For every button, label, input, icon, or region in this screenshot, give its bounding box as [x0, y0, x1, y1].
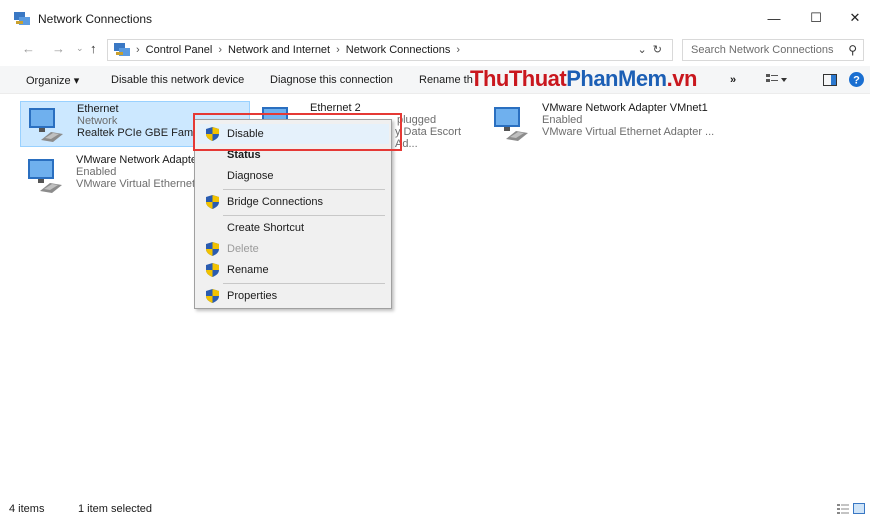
connection-name: VMware Network Adapte — [76, 154, 198, 166]
connection-status: Enabled — [76, 166, 117, 178]
connection-status: Enabled — [542, 114, 583, 126]
breadcrumb-network-connections[interactable]: Network Connections — [346, 44, 451, 56]
network-adapter-icon — [494, 107, 528, 141]
menu-item-bridge-connections[interactable]: Bridge Connections — [197, 192, 389, 212]
menu-item-diagnose[interactable]: Diagnose — [197, 166, 389, 186]
breadcrumb-sep-icon: › — [336, 44, 340, 56]
network-connections-icon — [14, 12, 30, 25]
uac-shield-icon — [206, 195, 219, 209]
annotation-highlight-box — [193, 113, 402, 151]
connection-item-vmnet1[interactable]: VMware Network Adapter VMnet1 Enabled VM… — [486, 101, 746, 147]
maximize-button[interactable]: ☐ — [799, 6, 833, 30]
uac-shield-icon — [206, 242, 219, 256]
connection-device: VMware Virtual Ethernet Adapter ... — [542, 126, 715, 138]
window-title: Network Connections — [38, 12, 153, 26]
change-view-icon[interactable] — [766, 73, 788, 87]
breadcrumb-sep-icon: › — [218, 44, 222, 56]
menu-item-delete: Delete — [197, 239, 389, 259]
search-input[interactable]: Search Network Connections ⚲ — [682, 39, 864, 61]
menu-separator — [223, 189, 385, 190]
preview-pane-icon[interactable] — [823, 74, 837, 86]
connection-name: Ethernet — [77, 103, 119, 115]
recent-dropdown-icon[interactable]: ⌄ — [76, 43, 84, 54]
menu-label: Bridge Connections — [227, 196, 324, 208]
network-adapter-icon — [28, 159, 62, 193]
menu-label: Delete — [227, 243, 259, 255]
forward-icon[interactable]: → — [52, 41, 65, 56]
breadcrumb-sep-icon: › — [456, 44, 461, 56]
breadcrumb-control-panel[interactable]: Control Panel — [146, 44, 213, 56]
connection-device: Realtek PCIe GBE Family — [77, 127, 204, 139]
menu-label: Properties — [227, 290, 278, 302]
minimize-button[interactable]: — — [757, 6, 791, 30]
disable-device-button[interactable]: Disable this network device — [111, 74, 244, 86]
connection-device: VMware Virtual Ethernet — [76, 178, 196, 190]
selection-count: 1 item selected — [78, 503, 152, 515]
menu-separator — [223, 215, 385, 216]
search-placeholder: Search Network Connections — [691, 44, 834, 56]
control-panel-icon — [114, 43, 130, 56]
up-icon[interactable]: ↑ — [90, 41, 97, 56]
menu-separator — [223, 283, 385, 284]
item-count: 4 items — [9, 503, 45, 515]
menu-label: Rename — [227, 264, 269, 276]
title-bar: Network Connections — ☐ ✕ — [0, 0, 870, 34]
organize-button[interactable]: Organize ▾ — [26, 74, 79, 87]
diagnose-connection-button[interactable]: Diagnose this connection — [270, 74, 393, 86]
uac-shield-icon — [206, 289, 219, 303]
breadcrumb-network-and-internet[interactable]: Network and Internet — [228, 44, 330, 56]
connection-device: y Data Escort Ad... — [395, 126, 462, 150]
address-row: ← → ⌄ ↑ › Control Panel › Network and In… — [0, 37, 870, 61]
connection-name: VMware Network Adapter VMnet1 — [542, 102, 708, 114]
address-dropdown-refresh[interactable]: ⌄ ↻ — [637, 43, 662, 56]
rename-connection-button[interactable]: Rename th — [419, 74, 473, 86]
svg-text:?: ? — [853, 75, 860, 87]
breadcrumb-sep-icon: › — [136, 44, 140, 56]
menu-item-rename[interactable]: Rename — [197, 260, 389, 280]
menu-label: Diagnose — [227, 170, 274, 182]
command-bar: Organize ▾ Disable this network device D… — [0, 66, 870, 94]
close-button[interactable]: ✕ — [838, 6, 870, 30]
menu-item-properties[interactable]: Properties — [197, 286, 389, 306]
address-bar[interactable]: › Control Panel › Network and Internet ›… — [107, 39, 673, 61]
connection-status: Network — [77, 115, 118, 127]
details-view-icon[interactable] — [837, 503, 849, 514]
more-commands-button[interactable]: » — [730, 74, 736, 86]
large-icons-view-icon[interactable] — [853, 503, 865, 514]
menu-label: Create Shortcut — [227, 222, 305, 234]
connection-status: plugged — [397, 114, 437, 126]
menu-item-create-shortcut[interactable]: Create Shortcut — [197, 218, 389, 238]
help-icon[interactable]: ? — [849, 72, 864, 87]
back-icon[interactable]: ← — [22, 41, 35, 56]
watermark-logo: ThuThuatPhanMem.vn — [470, 66, 697, 91]
status-bar: 4 items 1 item selected — [0, 500, 870, 520]
search-icon[interactable]: ⚲ — [848, 43, 857, 57]
uac-shield-icon — [206, 263, 219, 277]
network-adapter-icon — [29, 108, 63, 142]
